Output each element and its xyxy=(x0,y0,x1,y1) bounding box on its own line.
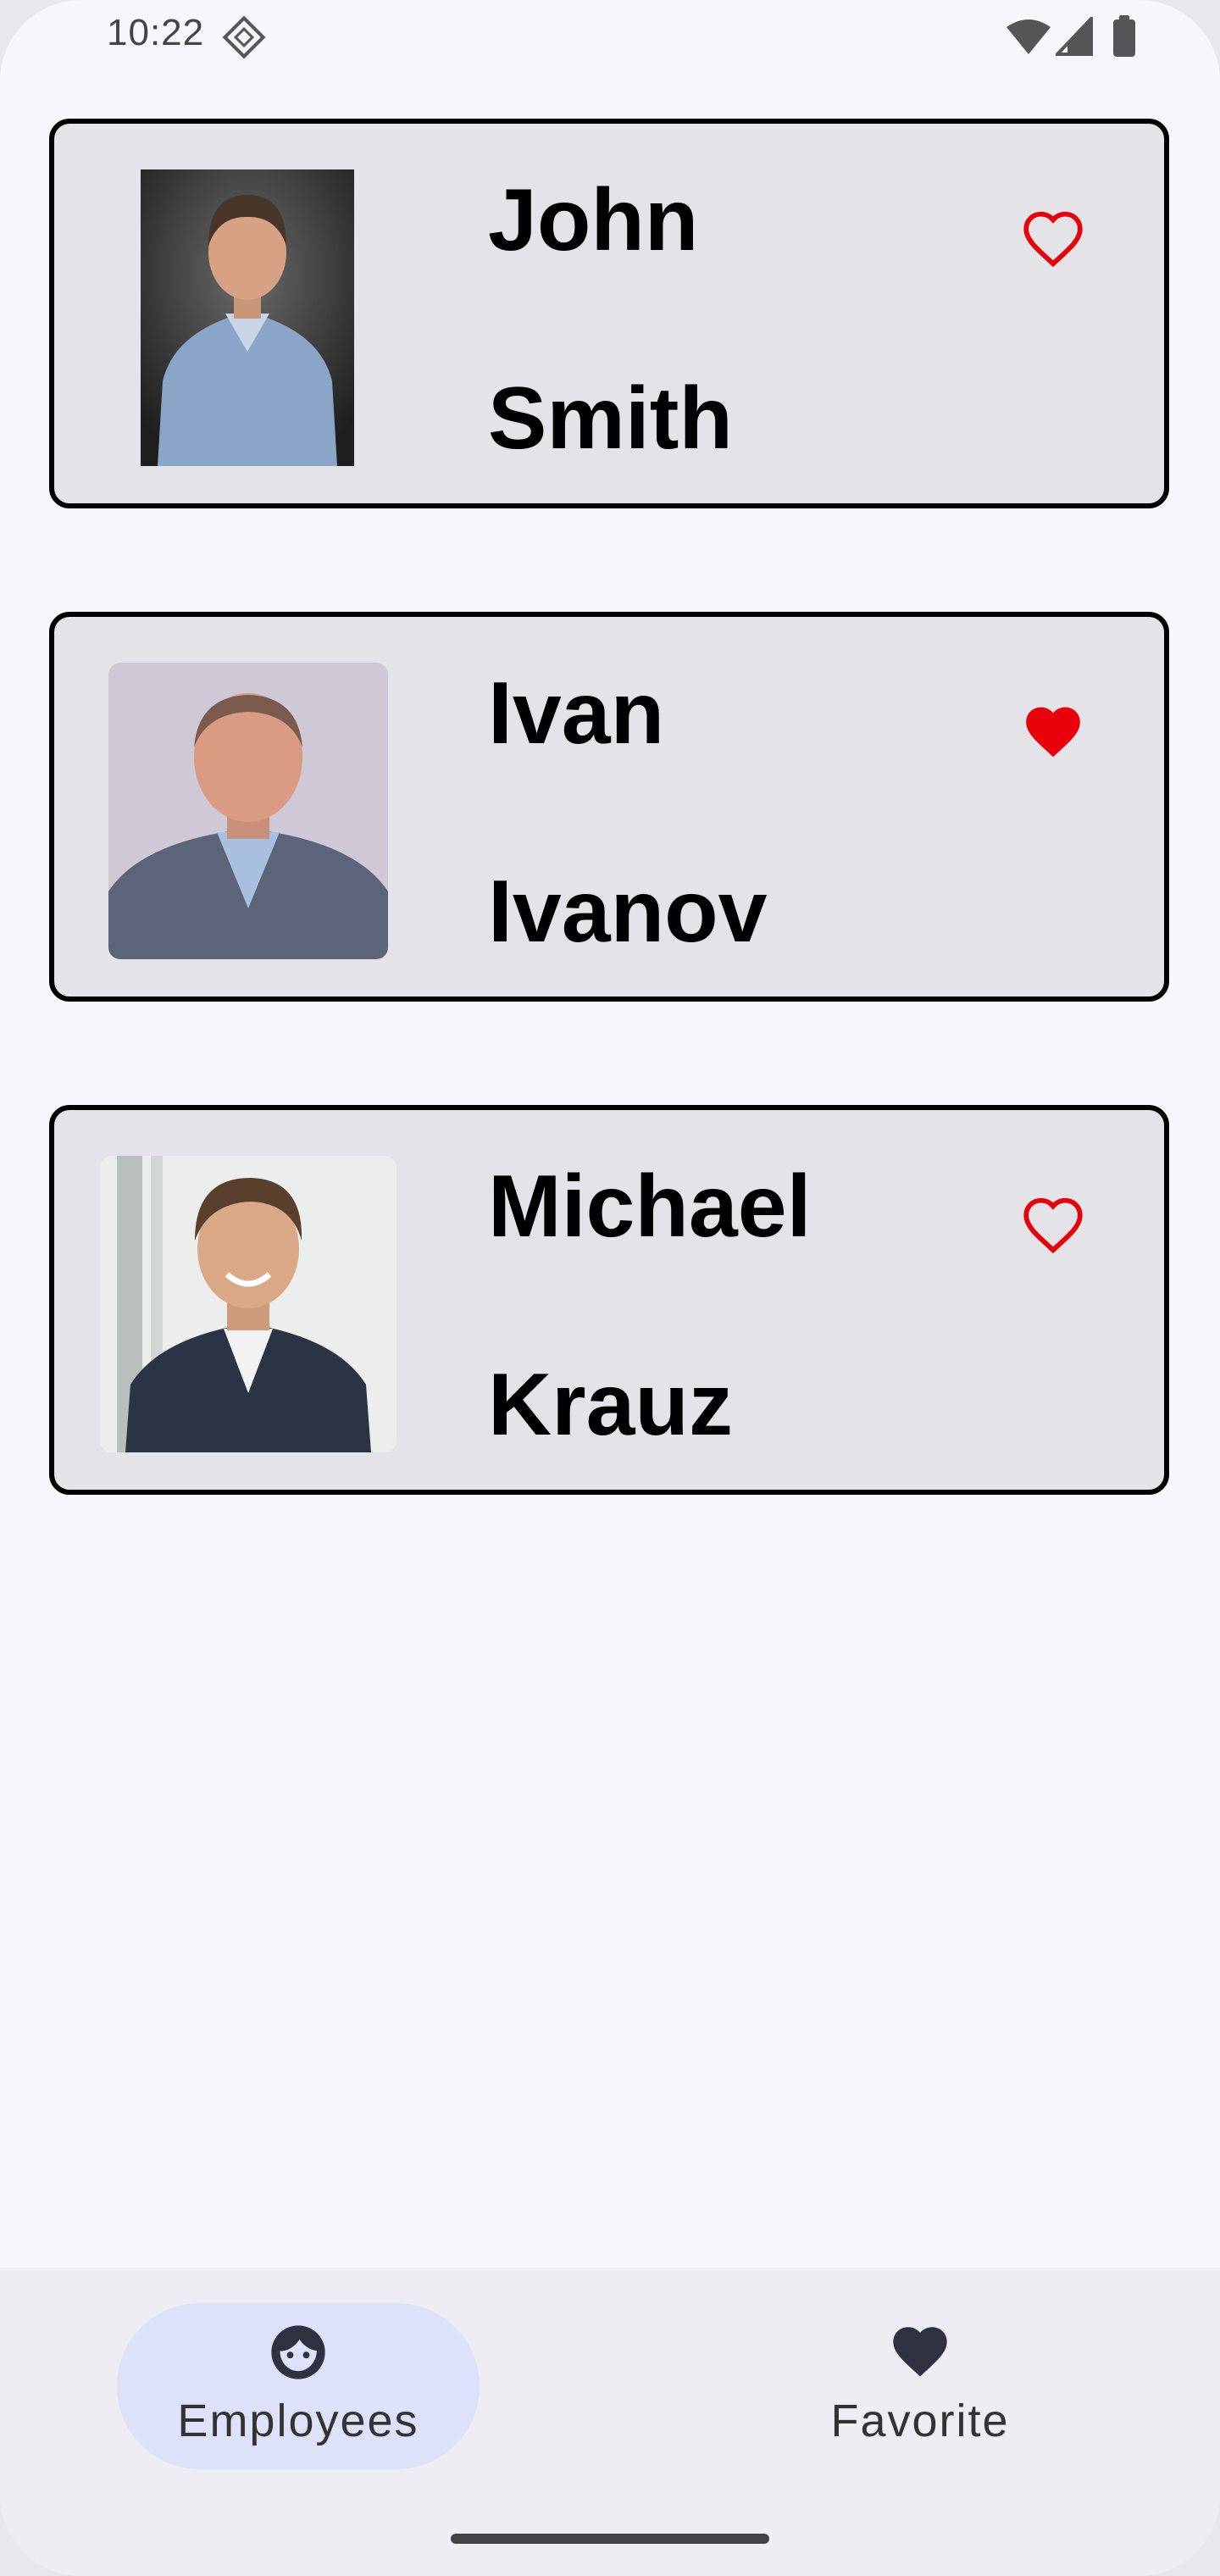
app-screen: 10:22 John Smith Ivan Ivanov Michael Kra… xyxy=(0,0,1220,2576)
diamond-settings-icon xyxy=(222,15,266,64)
battery-icon xyxy=(1112,15,1137,62)
employee-last-name: Krauz xyxy=(488,1356,733,1454)
heart-icon xyxy=(888,2320,952,2384)
bottom-navigation-bar: Employees Favorite xyxy=(0,2268,1220,2576)
employee-card[interactable]: Michael Krauz xyxy=(49,1105,1169,1495)
employee-card[interactable]: Ivan Ivanov xyxy=(49,612,1169,1002)
status-time: 10:22 xyxy=(107,12,205,53)
employee-last-name: Smith xyxy=(488,369,733,468)
employee-first-name: Ivan xyxy=(488,664,665,763)
wifi-icon xyxy=(1005,19,1052,60)
employee-first-name: Michael xyxy=(488,1158,812,1256)
favorite-filled-heart-icon[interactable] xyxy=(1020,702,1086,761)
face-icon xyxy=(266,2320,330,2384)
nav-item-favorite[interactable]: Favorite xyxy=(739,2303,1101,2469)
cell-signal-icon xyxy=(1053,14,1093,60)
employee-last-name: Ivanov xyxy=(488,863,768,961)
employee-first-name: John xyxy=(488,171,699,269)
favorite-outline-heart-icon[interactable] xyxy=(1020,208,1086,268)
nav-label-favorite: Favorite xyxy=(830,2396,1010,2446)
nav-item-employees[interactable]: Employees xyxy=(117,2303,480,2469)
favorite-outline-heart-icon[interactable] xyxy=(1020,1195,1086,1254)
employee-card[interactable]: John Smith xyxy=(49,119,1169,508)
nav-label-employees: Employees xyxy=(177,2396,419,2446)
employee-photo xyxy=(108,663,388,959)
status-bar: 10:22 xyxy=(0,0,1220,76)
employee-photo xyxy=(100,1156,396,1452)
employee-photo xyxy=(141,169,354,466)
home-indicator[interactable] xyxy=(451,2534,769,2544)
